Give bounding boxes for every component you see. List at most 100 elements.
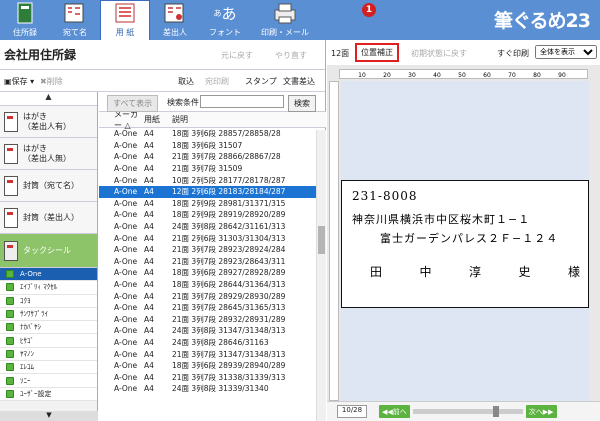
- table-row[interactable]: A-One A4 21面 3列7段 28932/28931/289: [99, 314, 326, 326]
- ruler-tick-label: 50: [458, 72, 466, 78]
- maker-item[interactable]: ﾋｻｺﾞ: [0, 334, 97, 348]
- paper-icon: [112, 1, 138, 25]
- toolbar-address-book[interactable]: 住所録: [0, 0, 50, 40]
- maker-item[interactable]: ｺｸﾖ: [0, 294, 97, 308]
- search-bar: すべて表示 検索条件 検索: [99, 92, 326, 112]
- maker-item[interactable]: ｴｲﾌﾞﾘｨ ﾏｸｾﾙ: [0, 281, 97, 295]
- scroll-down-icon[interactable]: ▼: [0, 411, 98, 421]
- table-row[interactable]: A-One A4 21面 3列7段 28645/31365/313: [99, 302, 326, 314]
- maker-item[interactable]: ｿﾆｰ: [0, 374, 97, 388]
- next-button[interactable]: 次へ ▶▶: [525, 405, 557, 418]
- table-row[interactable]: A-One A4 24面 3列8段 31339/31340: [99, 383, 326, 395]
- ruler-tick-label: 20: [383, 72, 391, 78]
- recipient-name: 田中淳史様: [370, 265, 580, 279]
- undo-button[interactable]: 元に戻す: [221, 50, 253, 61]
- table-row[interactable]: A-One A4 21面 2列6段 31303/31304/313: [99, 232, 326, 244]
- preview-toolbar: 12面 位置補正 初期状態に戻す すぐ印刷 全体を表示: [327, 40, 600, 65]
- search-input[interactable]: [200, 95, 284, 108]
- search-label: 検索条件: [167, 98, 199, 107]
- table-row[interactable]: A-One A4 21面 3列7段 28866/28867/28: [99, 151, 326, 163]
- ruler-tick-label: 70: [508, 72, 516, 78]
- table-row[interactable]: A-One A4 18面 3列6段 28644/31364/313: [99, 279, 326, 291]
- main-toolbar: 住所録 宛て名 用 紙 差出人 ああ フォント 印刷・メール 筆ぐるめ23: [0, 0, 600, 40]
- toolbar-paper[interactable]: 用 紙: [100, 0, 150, 40]
- category-postcard-without-sender[interactable]: はがき （差出人無）: [0, 138, 97, 170]
- category-envelope-sender[interactable]: 封筒（差出人）: [0, 202, 97, 234]
- category-envelope-recipient[interactable]: 封筒（宛て名）: [0, 170, 97, 202]
- address-line-2: 富士ガーデンパレス２Ｆ−１２４: [380, 232, 559, 245]
- delete-button[interactable]: ✖削除: [40, 76, 63, 87]
- reset-button[interactable]: 初期状態に戻す: [411, 48, 467, 59]
- table-row[interactable]: A-One A4 18面 2列9段 28981/31371/315: [99, 198, 326, 210]
- show-all-button[interactable]: すべて表示: [107, 95, 159, 112]
- label-sheet-icon: [4, 240, 18, 261]
- table-row[interactable]: A-One A4 18面 2列9段 28919/28920/289: [99, 209, 326, 221]
- ruler-ticks: 10 20 30 40 50 60 70 80 90: [358, 72, 566, 79]
- position-correct-button[interactable]: 位置補正: [355, 43, 399, 62]
- ruler-tick-label: 10: [358, 72, 366, 78]
- toolbar-sender[interactable]: 差出人: [150, 0, 200, 40]
- maker-icon: [6, 336, 14, 345]
- redo-button[interactable]: やり直す: [275, 50, 307, 61]
- page-slider[interactable]: [412, 406, 523, 417]
- recipient-icon: [62, 1, 88, 25]
- import-button[interactable]: 取込: [178, 76, 194, 87]
- preview-pager: 10/28 ◀◀ 前へ 次へ ▶▶: [327, 401, 600, 421]
- document-insert-button[interactable]: 文書差込: [283, 76, 315, 87]
- toolbar-print-mail[interactable]: 印刷・メール: [250, 0, 320, 40]
- table-row[interactable]: A-One A4 18面 3列6段 28927/28928/289: [99, 267, 326, 279]
- address-book-title: 会社用住所録: [4, 48, 77, 62]
- label-print-button[interactable]: 宛印刷: [205, 76, 229, 87]
- table-row[interactable]: A-One A4 21面 3列7段 31509: [99, 163, 326, 175]
- list-header: メーカー △ 用紙 説明: [99, 110, 326, 130]
- view-select[interactable]: 全体を表示: [535, 45, 597, 59]
- search-button[interactable]: 検索: [288, 95, 316, 112]
- postcard-icon: [4, 143, 18, 164]
- scroll-up-icon[interactable]: ▲: [0, 92, 97, 106]
- save-icon: ▣: [4, 77, 12, 86]
- maker-item[interactable]: ﾔﾏﾉﾝ: [0, 347, 97, 362]
- table-row[interactable]: A-One A4 18面 3列6段 28857/28858/28: [99, 128, 326, 140]
- address-book-actions: ▣保存 ▾ ✖削除 取込 宛印刷 スタンプ 文書差込: [0, 70, 325, 92]
- address-book-icon: [12, 1, 38, 25]
- table-row[interactable]: A-One A4 21面 3列7段 31347/31348/313: [99, 348, 326, 360]
- table-row[interactable]: A-One A4 18面 3列6段 28939/28940/289: [99, 360, 326, 372]
- toolbar-font[interactable]: ああ フォント: [200, 0, 250, 40]
- category-postcard-with-sender[interactable]: はがき （差出人有）: [0, 106, 97, 138]
- address-line-1: 神奈川県横浜市中区桜木町１−１: [352, 213, 531, 226]
- sender-icon: [162, 1, 188, 25]
- list-rows: A-One A4 18面 3列6段 28857/28858/28 A-One A4 18面…: [99, 128, 326, 395]
- category-tack-seal[interactable]: タックシール: [0, 234, 97, 268]
- prev-button[interactable]: ◀◀ 前へ: [379, 405, 410, 418]
- table-row[interactable]: A-One A4 21面 3列7段 28929/28930/289: [99, 290, 326, 302]
- maker-item[interactable]: A-One: [0, 268, 97, 282]
- font-icon: ああ: [213, 4, 237, 23]
- slider-thumb[interactable]: [492, 406, 499, 417]
- toolbar-label: 用 紙: [115, 28, 135, 37]
- toolbar-recipient[interactable]: 宛て名: [50, 0, 100, 40]
- table-row[interactable]: A-One A4 21面 3列7段 28923/28924/284: [99, 244, 326, 256]
- maker-icon: [6, 296, 14, 305]
- stamp-button[interactable]: スタンプ: [245, 76, 277, 87]
- print-now-button[interactable]: すぐ印刷: [497, 48, 529, 59]
- save-button[interactable]: ▣保存 ▾: [4, 76, 34, 87]
- table-row[interactable]: A-One A4 21面 3列7段 28923/28643/311: [99, 256, 326, 268]
- maker-list: A-One ｴｲﾌﾞﾘｨ ﾏｸｾﾙ ｺｸﾖ ｻﾝﾜｻﾌﾟﾗｲ ﾅｶﾊﾞﾔｼ ﾋｻｺﾞ ﾔﾏﾉ…: [0, 268, 97, 401]
- maker-item[interactable]: ｴﾚｺﾑ: [0, 361, 97, 375]
- table-row[interactable]: A-One A4 24面 3列8段 28642/31161/313: [99, 221, 326, 233]
- maker-item[interactable]: ﾕｰｻﾞｰ設定: [0, 387, 97, 401]
- list-scrollbar[interactable]: [316, 130, 326, 421]
- scrollbar-thumb[interactable]: [318, 226, 325, 254]
- table-row[interactable]: A-One A4 18面 3列6段 31507: [99, 140, 326, 152]
- table-row[interactable]: A-One A4 21面 3列7段 31338/31339/313: [99, 371, 326, 383]
- maker-item[interactable]: ﾅｶﾊﾞﾔｼ: [0, 321, 97, 335]
- table-row[interactable]: A-One A4 24面 3列8段 31347/31348/313: [99, 325, 326, 337]
- table-row[interactable]: A-One A4 10面 2列5段 28177/28178/287: [99, 174, 326, 186]
- maker-icon: [6, 389, 14, 398]
- table-row[interactable]: A-One A4 24面 3列8段 28646/31163: [99, 337, 326, 349]
- column-paper[interactable]: 用紙: [144, 114, 172, 125]
- maker-icon: [6, 349, 14, 358]
- maker-item[interactable]: ｻﾝﾜｻﾌﾟﾗｲ: [0, 307, 97, 322]
- table-row[interactable]: A-One A4 12面 2列6段 28183/28184/287: [99, 185, 326, 198]
- column-description[interactable]: 説明: [172, 114, 314, 125]
